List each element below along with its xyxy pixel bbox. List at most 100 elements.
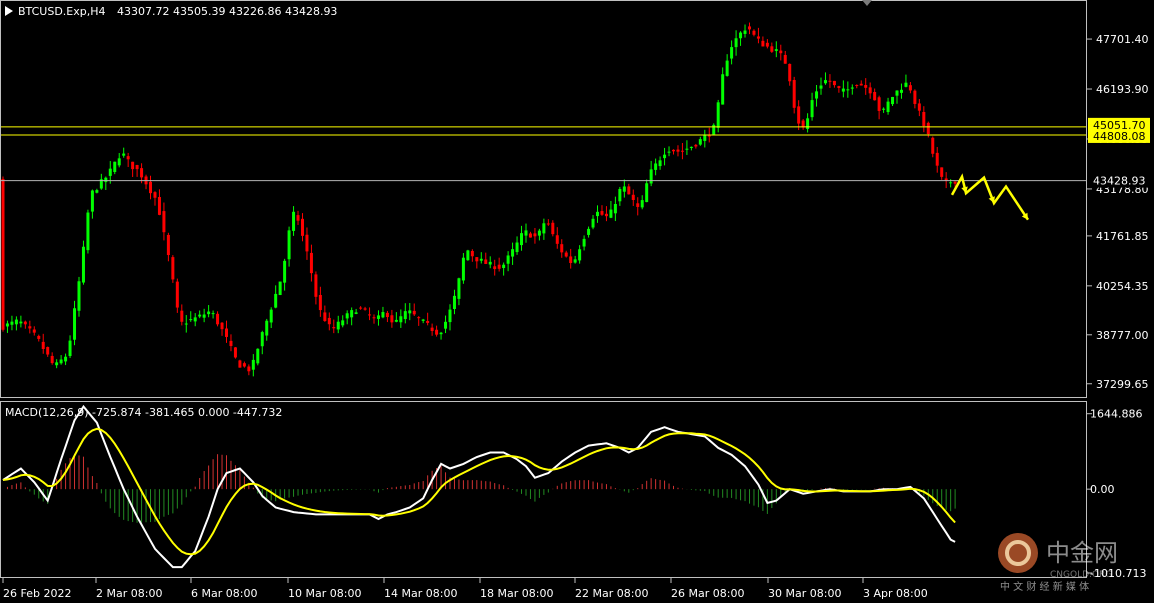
candle-body — [381, 312, 385, 318]
candle-body — [399, 316, 403, 323]
candle-body — [613, 204, 617, 214]
candle-body — [452, 295, 456, 310]
candle-body — [368, 314, 372, 316]
candle-body — [19, 321, 23, 324]
candle-body — [703, 135, 707, 141]
candle-body — [806, 118, 810, 129]
candle-body — [265, 320, 269, 336]
candle-body — [792, 79, 796, 108]
candle-body — [600, 211, 604, 215]
candle-body — [354, 312, 358, 314]
candle-body — [832, 80, 836, 86]
candle-body — [457, 278, 461, 299]
candle-body — [488, 261, 492, 265]
time-tick-label: 22 Mar 08:00 — [575, 587, 648, 600]
candle-body — [672, 149, 675, 152]
candle-body — [747, 26, 751, 30]
candle-body — [305, 234, 309, 252]
candle-body — [439, 332, 443, 335]
candle-body — [815, 91, 819, 99]
candle-body — [323, 312, 327, 321]
candle-body — [520, 233, 524, 246]
macd-line — [2, 404, 956, 569]
time-tick-label: 2 Mar 08:00 — [96, 587, 162, 600]
candle-body — [157, 197, 161, 215]
candle-body — [797, 106, 801, 124]
time-tick-label: 3 Apr 08:00 — [863, 587, 928, 600]
candle-body — [448, 309, 452, 323]
candle-body — [823, 80, 827, 84]
candle-body — [287, 230, 291, 260]
candle-body — [528, 233, 532, 238]
candle-body — [846, 89, 850, 91]
candle-body — [636, 203, 640, 207]
candle-body — [202, 314, 206, 318]
candle-body — [269, 309, 273, 323]
candle-body — [542, 223, 546, 234]
candle-body — [940, 167, 944, 177]
candle-body — [55, 362, 59, 366]
candle-body — [515, 242, 519, 253]
candle-body — [569, 256, 573, 264]
candle-body — [609, 209, 613, 218]
candle-body — [126, 156, 130, 160]
candle-body — [743, 30, 747, 34]
time-tick-label: 26 Feb 2022 — [3, 587, 71, 600]
scroll-shift-marker[interactable] — [862, 0, 872, 6]
candle-body — [300, 218, 304, 236]
candle-body — [171, 257, 175, 280]
candle-body — [59, 359, 63, 364]
candle-body — [363, 308, 367, 310]
candle-body — [680, 150, 684, 152]
candle-body — [37, 335, 41, 339]
candle-body — [891, 96, 895, 105]
candle-body — [783, 54, 787, 64]
time-tick-label: 18 Mar 08:00 — [480, 587, 553, 600]
candle-body — [837, 86, 841, 88]
candle-body — [1, 178, 5, 330]
candle-body — [949, 182, 953, 184]
candle-body — [10, 321, 14, 325]
candle-body — [712, 124, 716, 135]
time-tick-label: 14 Mar 08:00 — [384, 587, 457, 600]
candle-body — [430, 327, 434, 331]
candle-body — [645, 183, 649, 203]
candle-body — [953, 181, 957, 184]
macd-header: MACD(12,26,9) -725.874 -381.465 0.000 -4… — [5, 406, 282, 419]
candle-body — [314, 274, 318, 297]
candle-body — [484, 259, 488, 264]
candle-body — [180, 310, 184, 322]
candle-body — [899, 89, 903, 93]
candle-body — [86, 212, 90, 251]
candle-body — [135, 165, 139, 170]
candle-body — [117, 158, 121, 166]
candle-body — [511, 249, 515, 257]
candle-body — [908, 85, 912, 91]
candle-body — [604, 213, 608, 217]
candle-body — [868, 87, 872, 94]
candle-body — [819, 85, 823, 89]
candle-body — [926, 122, 930, 135]
candle-body — [46, 347, 50, 355]
candle-body — [756, 36, 760, 39]
candle-body — [922, 112, 926, 126]
watermark-logo-icon — [998, 533, 1038, 573]
candle-body — [533, 233, 537, 237]
candle-body — [882, 108, 886, 110]
candle-body — [578, 249, 582, 261]
candle-body — [873, 91, 877, 101]
symbol-marker-icon — [5, 6, 13, 16]
candle-body — [479, 258, 483, 261]
candle-body — [935, 152, 939, 166]
candle-body — [77, 281, 81, 311]
candle-body — [394, 319, 398, 322]
candle-body — [372, 317, 376, 319]
candle-body — [309, 252, 313, 274]
candle-body — [336, 321, 340, 330]
candle-body — [676, 149, 680, 152]
candle-body — [108, 168, 112, 176]
candle-body — [564, 252, 568, 257]
candle-body — [104, 177, 108, 183]
candle-body — [752, 30, 756, 35]
candle-body — [546, 223, 550, 225]
